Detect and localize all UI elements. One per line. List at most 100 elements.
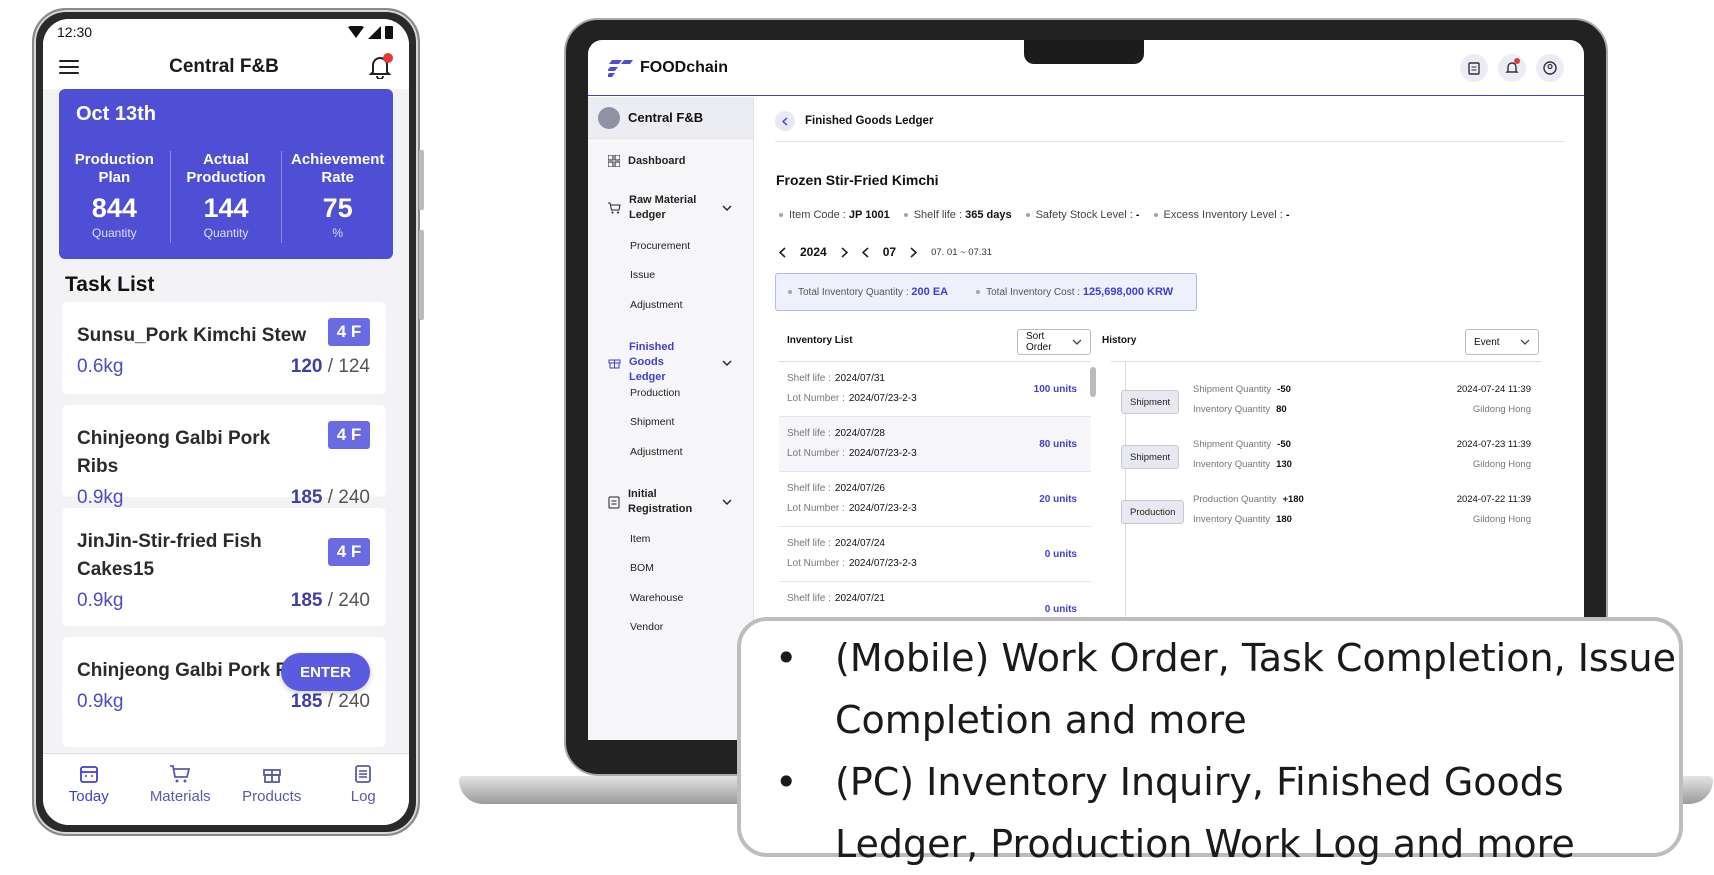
task-card[interactable]: 4 F Chinjeong Galbi Pork Ribs 0.9kg 185 /… bbox=[62, 405, 386, 508]
history-row[interactable]: Shipment Shipment Quantity -50 Inventory Q… bbox=[1111, 380, 1541, 430]
year-value: 2024 bbox=[800, 245, 827, 259]
enter-button[interactable]: ENTER bbox=[281, 653, 370, 691]
summary-unit: % bbox=[332, 226, 344, 240]
nav-label: Products bbox=[242, 788, 302, 805]
select-label: Event bbox=[1474, 336, 1500, 348]
chevron-left-icon[interactable] bbox=[861, 246, 869, 258]
total-quantity: Total Inventory Quantity : 200 EA bbox=[788, 286, 948, 298]
summary-value: 75 bbox=[322, 193, 353, 223]
notification-button[interactable] bbox=[368, 53, 393, 80]
task-quantity: 185 / 240 bbox=[291, 487, 370, 509]
sidebar-sub-shipment[interactable]: Shipment bbox=[630, 416, 674, 428]
summary-actual: Actual Production 144 Quantity bbox=[171, 151, 283, 243]
units-value: 20 units bbox=[1039, 493, 1077, 505]
history-row[interactable]: Shipment Shipment Quantity -50 Inventory Q… bbox=[1111, 435, 1541, 485]
bottom-nav: Today Materials Products Log bbox=[43, 753, 409, 825]
nav-label: Today bbox=[68, 788, 109, 805]
sidebar-sub-item[interactable]: Item bbox=[630, 533, 650, 545]
task-done: 185 bbox=[290, 487, 323, 508]
nav-today[interactable]: Today bbox=[49, 764, 129, 825]
select-label: Sort Order bbox=[1026, 331, 1052, 353]
sidebar-item-initial-registration[interactable]: Initial Registration bbox=[588, 487, 754, 517]
log-icon bbox=[355, 765, 372, 783]
page-title: Finished Goods Ledger bbox=[805, 115, 934, 127]
nav-log[interactable]: Log bbox=[323, 764, 403, 825]
clipboard-icon bbox=[608, 496, 620, 508]
event-tag: Shipment bbox=[1121, 390, 1180, 414]
sidebar-sub-issue[interactable]: Issue bbox=[630, 269, 655, 281]
date-range: 07. 01 ~ 07.31 bbox=[931, 246, 993, 258]
back-button[interactable] bbox=[775, 111, 795, 131]
callout-item-mobile: (Mobile) Work Order, Task Completion, Is… bbox=[771, 627, 1679, 751]
event-time: 2024-07-22 11:39 bbox=[1456, 494, 1531, 505]
chevron-right-icon[interactable] bbox=[841, 246, 848, 258]
logo[interactable]: FOODchain bbox=[608, 58, 728, 78]
task-card[interactable]: 4 F JinJin-Stir-fried Fish Cakes15 0.9kg… bbox=[62, 508, 386, 626]
sidebar-label: Dashboard bbox=[628, 155, 686, 167]
summary-unit: Quantity bbox=[203, 226, 249, 240]
scrollbar[interactable] bbox=[1090, 367, 1096, 397]
signal-icon bbox=[368, 25, 381, 39]
units-value: 0 units bbox=[1044, 548, 1077, 560]
sidebar-item-finished-goods[interactable]: Finished Goods Ledger bbox=[588, 340, 754, 385]
sidebar-sub-production[interactable]: Production bbox=[630, 387, 680, 399]
sidebar-sub-vendor[interactable]: Vendor bbox=[630, 621, 663, 633]
task-name: JinJin-Stir-fried Fish Cakes15 bbox=[77, 531, 262, 580]
sort-order-select[interactable]: Sort Order bbox=[1017, 329, 1091, 355]
event-time: 2024-07-24 11:39 bbox=[1456, 384, 1531, 395]
table-row[interactable]: Shelf life :2024/07/31 Lot Number :2024/0… bbox=[779, 362, 1091, 417]
summary-label: Achievement Rate bbox=[290, 151, 385, 186]
clipboard-button[interactable] bbox=[1460, 53, 1488, 82]
inventory-totals: Total Inventory Quantity : 200 EA Total … bbox=[775, 273, 1197, 311]
event-time: 2024-07-23 11:39 bbox=[1456, 439, 1531, 450]
summary-plan: Production Plan 844 Quantity bbox=[59, 151, 171, 243]
summary-label: Production Plan bbox=[74, 151, 154, 186]
summary-rate: Achievement Rate 75 % bbox=[282, 151, 393, 243]
month-value: 07 bbox=[882, 245, 897, 259]
profile-button[interactable] bbox=[1536, 53, 1564, 82]
meta-item-code: Item Code : JP 1001 bbox=[779, 209, 890, 221]
wifi-icon bbox=[348, 26, 364, 38]
company-logo-icon bbox=[598, 106, 620, 129]
inventory-list-title: Inventory List bbox=[787, 335, 853, 346]
event-select[interactable]: Event bbox=[1465, 329, 1539, 355]
table-row[interactable]: Shelf life :2024/07/24 Lot Number :2024/0… bbox=[779, 527, 1091, 582]
chevron-left-icon[interactable] bbox=[779, 246, 786, 258]
mobile-device: 12:30 Central F&B Oct 13th Production Pl… bbox=[32, 8, 424, 836]
event-user: Gildong Hong bbox=[1472, 514, 1531, 525]
menu-icon[interactable] bbox=[59, 60, 79, 74]
table-row[interactable]: Shelf life :2024/07/28 Lot Number :2024/0… bbox=[779, 417, 1091, 472]
nav-materials[interactable]: Materials bbox=[140, 764, 220, 825]
chevron-right-icon[interactable] bbox=[910, 246, 918, 258]
gift-icon bbox=[608, 359, 621, 369]
status-bar: 12:30 bbox=[43, 19, 409, 45]
task-card[interactable]: 4 F Sunsu_Pork Kimchi Stew 0.6kg 120 / 12… bbox=[62, 302, 386, 394]
units-value: 0 units bbox=[1044, 603, 1077, 615]
nav-products[interactable]: Products bbox=[232, 764, 312, 825]
chevron-down-icon bbox=[722, 499, 732, 505]
summary-unit: Quantity bbox=[91, 226, 137, 240]
sidebar-sub-procurement[interactable]: Procurement bbox=[630, 240, 690, 252]
clipboard-icon bbox=[1468, 61, 1480, 75]
chevron-left-icon bbox=[782, 116, 788, 126]
company-selector[interactable]: Central F&B bbox=[588, 97, 753, 139]
sidebar-sub-adjustment[interactable]: Adjustment bbox=[630, 299, 683, 311]
status-icons bbox=[348, 25, 393, 39]
grid-icon bbox=[608, 155, 620, 167]
table-row[interactable]: Shelf life :2024/07/26 Lot Number :2024/0… bbox=[779, 472, 1091, 527]
feature-callout: (Mobile) Work Order, Task Completion, Is… bbox=[737, 617, 1683, 866]
event-user: Gildong Hong bbox=[1472, 404, 1531, 415]
sidebar-item-raw-material[interactable]: Raw Material Ledger bbox=[588, 193, 754, 223]
task-quantity: 120 / 124 bbox=[291, 356, 370, 378]
task-quantity: 185 / 240 bbox=[291, 691, 370, 713]
history-row[interactable]: Production Production Quantity +180 Invent… bbox=[1111, 490, 1541, 540]
logo-text: FOODchain bbox=[640, 58, 729, 76]
meta-safety-stock: Safety Stock Level : - bbox=[1026, 209, 1140, 221]
sidebar-sub-bom[interactable]: BOM bbox=[630, 562, 654, 574]
notification-button[interactable] bbox=[1498, 53, 1526, 82]
meta-shelf-life: Shelf life : 365 days bbox=[904, 209, 1012, 221]
power-button bbox=[419, 230, 424, 320]
sidebar-item-dashboard[interactable]: Dashboard bbox=[588, 155, 754, 167]
sidebar-sub-warehouse[interactable]: Warehouse bbox=[630, 592, 683, 604]
sidebar-sub-adjustment[interactable]: Adjustment bbox=[630, 446, 683, 458]
